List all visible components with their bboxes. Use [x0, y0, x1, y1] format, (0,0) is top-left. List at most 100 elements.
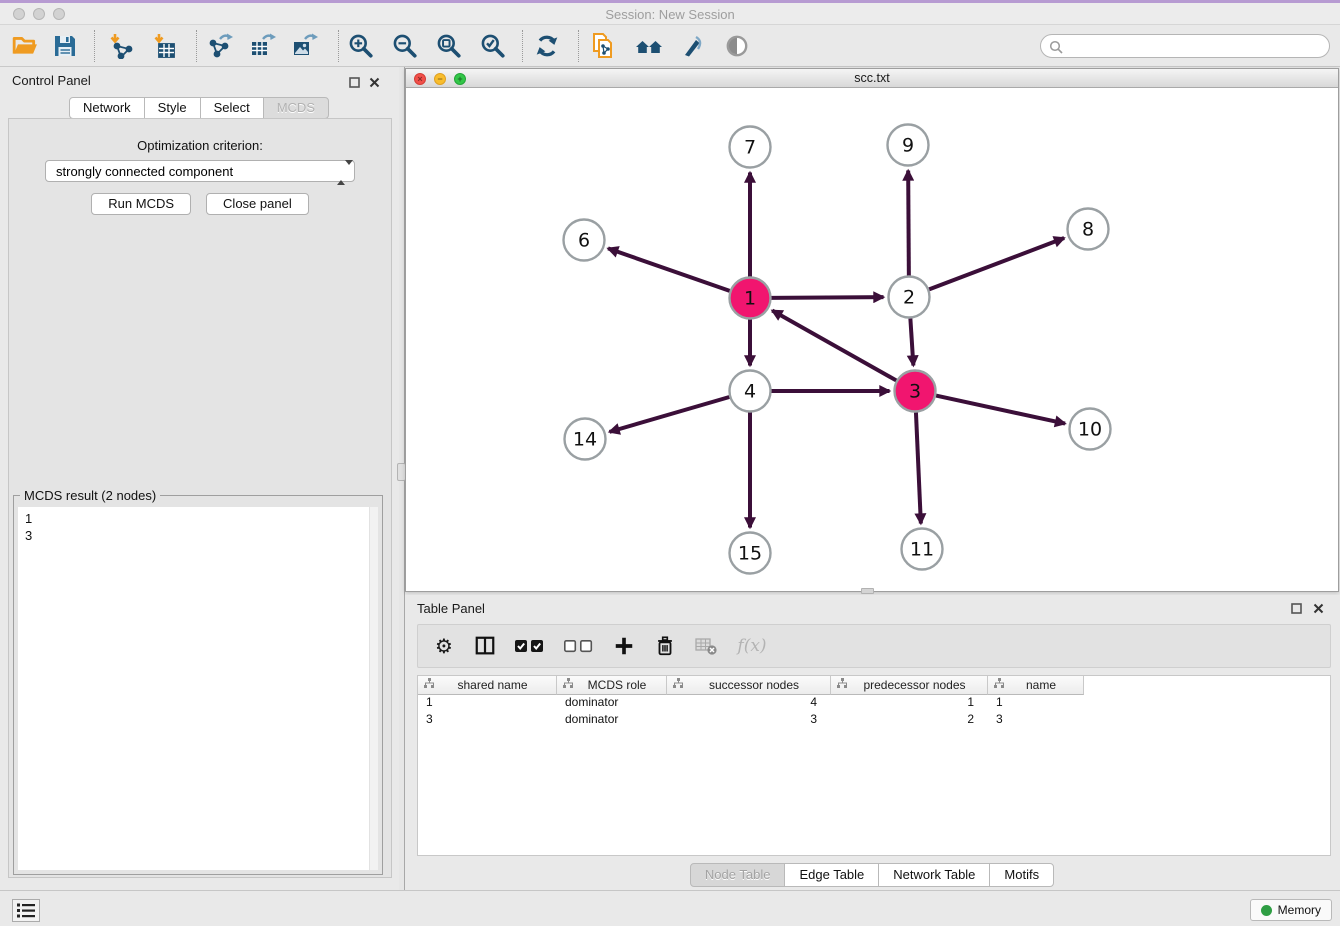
export-table-button[interactable] — [248, 32, 278, 60]
cell-successor-nodes: 3 — [667, 712, 831, 729]
edge-1-6[interactable] — [608, 248, 730, 290]
tab-network-table[interactable]: Network Table — [878, 863, 990, 887]
table-panel-title: Table Panel — [417, 601, 485, 616]
toolbar-separator — [578, 30, 579, 62]
network-window-titlebar[interactable]: × − + scc.txt — [406, 69, 1338, 88]
node-label-14: 14 — [573, 429, 597, 451]
tab-node-table[interactable]: Node Table — [690, 863, 786, 887]
column-header-mcds-role[interactable]: MCDS role — [557, 676, 667, 695]
delete-table-button[interactable] — [694, 634, 718, 658]
node-label-10: 10 — [1078, 419, 1102, 441]
edge-1-2[interactable] — [771, 297, 883, 298]
cell-name: 3 — [988, 712, 1084, 729]
edge-3-1[interactable] — [772, 311, 896, 381]
table-body: 1dominator4113dominator323 — [418, 695, 1330, 728]
cell-predecessor-nodes: 1 — [831, 695, 988, 712]
export-network-button[interactable] — [206, 32, 236, 60]
table-header-row: shared nameMCDS role successor nodesprede… — [418, 676, 1330, 695]
import-network-icon — [108, 33, 134, 59]
show-all-columns-button[interactable] — [514, 634, 546, 658]
split-panel-icon — [474, 635, 496, 657]
control-panel: Control Panel NetworkStyleSelectMCDS Opt… — [0, 67, 399, 890]
export-image-button[interactable] — [290, 32, 320, 60]
tab-network[interactable]: Network — [69, 97, 145, 119]
zoom-out-button[interactable] — [390, 32, 420, 60]
close-table-panel-icon[interactable] — [1313, 601, 1325, 613]
panel-mode-button[interactable] — [473, 634, 497, 658]
cell-name: 1 — [988, 695, 1084, 712]
cell-successor-nodes: 4 — [667, 695, 831, 712]
column-label: successor nodes — [684, 678, 830, 692]
column-header-name[interactable]: name — [988, 676, 1084, 695]
attribute-tree-icon — [424, 678, 435, 692]
mcds-result-list[interactable]: 1 3 — [18, 507, 378, 870]
network-window-title: scc.txt — [406, 71, 1338, 85]
mcds-panel: Optimization criterion: strongly connect… — [8, 118, 392, 878]
save-session-button[interactable] — [50, 32, 80, 60]
task-history-button[interactable] — [12, 899, 40, 922]
node-label-8: 8 — [1082, 219, 1094, 241]
titlebar[interactable]: Session: New Session — [0, 3, 1340, 25]
cell-shared-name: 1 — [418, 695, 557, 712]
tab-style[interactable]: Style — [144, 97, 201, 119]
zoom-selected-button[interactable] — [478, 32, 508, 60]
zoom-in-button[interactable] — [346, 32, 376, 60]
network-canvas[interactable]: 7968124314101511 — [406, 88, 1338, 591]
home-layout-button[interactable] — [634, 32, 664, 60]
float-table-panel-icon[interactable] — [1291, 601, 1303, 613]
tab-mcds[interactable]: MCDS — [263, 97, 329, 119]
export-network-icon — [208, 33, 234, 59]
open-session-button[interactable] — [10, 32, 40, 60]
node-label-4: 4 — [744, 381, 756, 403]
delete-column-button[interactable] — [653, 634, 677, 658]
import-table-button[interactable] — [150, 32, 180, 60]
hide-all-columns-button[interactable] — [563, 634, 595, 658]
details-eye-icon — [724, 33, 750, 59]
edge-2-8[interactable] — [929, 238, 1064, 289]
create-column-button[interactable] — [612, 634, 636, 658]
node-label-15: 15 — [738, 543, 762, 565]
tab-motifs[interactable]: Motifs — [989, 863, 1054, 887]
table-row-1[interactable]: 3dominator323 — [418, 712, 1330, 729]
criterion-dropdown[interactable]: strongly connected component — [45, 160, 355, 182]
memory-button[interactable]: Memory — [1250, 899, 1332, 921]
float-panel-icon[interactable] — [349, 75, 361, 87]
zoom-selected-icon — [480, 33, 506, 59]
tab-edge-table[interactable]: Edge Table — [784, 863, 879, 887]
table-options-button[interactable]: ⚙ — [432, 634, 456, 658]
close-panel-button[interactable]: Close panel — [206, 193, 309, 215]
open-folder-icon — [12, 34, 38, 58]
table-toolbar: ⚙ — [417, 624, 1331, 668]
table-row-0[interactable]: 1dominator411 — [418, 695, 1330, 712]
tab-select[interactable]: Select — [200, 97, 264, 119]
result-scrollbar[interactable] — [369, 507, 378, 870]
cell-mcds-role: dominator — [557, 695, 667, 712]
fx-icon: f(x) — [737, 636, 766, 656]
import-network-button[interactable] — [106, 32, 136, 60]
criterion-value: strongly connected component — [56, 164, 233, 179]
node-label-3: 3 — [909, 381, 921, 403]
search-icon — [1049, 40, 1063, 54]
edge-2-9[interactable] — [908, 170, 909, 275]
search-input[interactable] — [1067, 37, 1322, 55]
node-label-11: 11 — [910, 539, 934, 561]
refresh-button[interactable] — [532, 32, 562, 60]
horizontal-divider-handle[interactable] — [861, 588, 874, 594]
close-panel-icon[interactable] — [369, 75, 381, 87]
column-header-predecessor-nodes[interactable]: predecessor nodes — [831, 676, 988, 695]
mcds-result-values: 1 3 — [18, 507, 378, 544]
apply-style-button[interactable] — [678, 32, 708, 60]
run-mcds-button[interactable]: Run MCDS — [91, 193, 191, 215]
list-icon — [17, 903, 35, 918]
edge-3-10[interactable] — [936, 396, 1065, 424]
edge-2-3[interactable] — [910, 318, 913, 365]
column-header-successor-nodes[interactable]: successor nodes — [667, 676, 831, 695]
copy-network-button[interactable] — [588, 32, 618, 60]
node-table: shared nameMCDS role successor nodesprede… — [417, 675, 1331, 856]
edge-3-11[interactable] — [916, 412, 921, 523]
show-details-button[interactable] — [722, 32, 752, 60]
column-header-shared-name[interactable]: shared name — [418, 676, 557, 695]
function-builder-button[interactable]: f(x) — [735, 634, 769, 658]
zoom-fit-button[interactable] — [434, 32, 464, 60]
edge-4-14[interactable] — [609, 397, 729, 432]
